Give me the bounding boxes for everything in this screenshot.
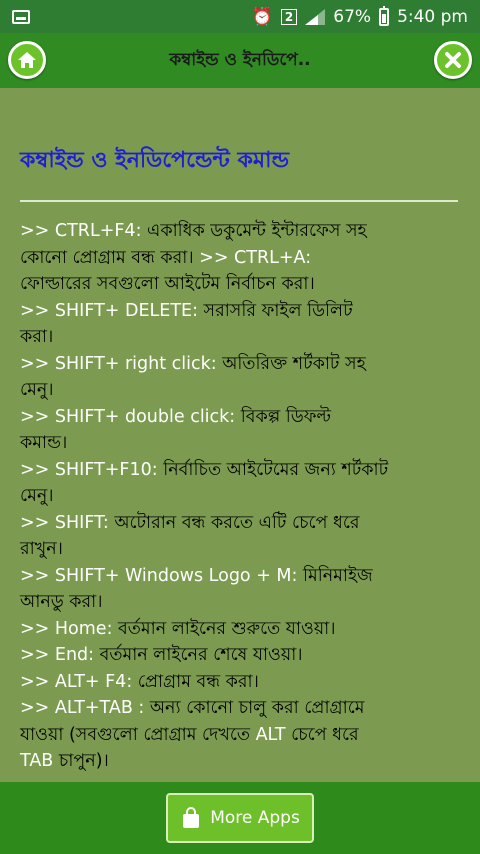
article-line: >> SHIFT+ DELETE: সরাসরি ফাইল ডিলিট <box>20 300 353 321</box>
clock-time: 5:40 pm <box>397 6 468 27</box>
article-heading: কম্বাইন্ড ও ইনডিপেন্ডেন্ট কমান্ড <box>20 148 290 173</box>
article-line: মেনু। <box>20 486 54 506</box>
article-line: কোনো প্রোগ্রাম বন্ধ করা। >> CTRL+A: <box>20 247 312 268</box>
article-line: মেনু। <box>20 380 54 400</box>
home-icon <box>18 52 36 68</box>
article-line: TAB চাপুন)। <box>20 751 109 771</box>
divider <box>20 200 458 202</box>
article-line: >> Home: বর্তমান লাইনের শুরুতে যাওয়া। <box>20 618 336 639</box>
signal-icon <box>305 8 326 25</box>
article-line: করা। <box>20 327 54 347</box>
more-apps-button[interactable]: More Apps <box>166 793 314 843</box>
content-area[interactable]: কম্বাইন্ড ও ইনডিপেন্ডেন্ট কমান্ড >> CTRL… <box>0 88 480 782</box>
bottom-bar: More Apps <box>0 782 480 854</box>
close-icon <box>445 52 461 68</box>
alarm-icon: ⏰ <box>251 6 273 27</box>
article-line: আনডু করা। <box>20 592 103 612</box>
article-line: >> SHIFT+F10: নির্বাচিত আইটেমের জন্য শর্… <box>20 459 389 480</box>
article-line: কমান্ড। <box>20 433 68 453</box>
article-line: >> End: বর্তমান লাইনের শেষে যাওয়া। <box>20 645 303 665</box>
more-apps-label: More Apps <box>210 808 300 828</box>
gallery-notification-icon <box>12 9 30 24</box>
article-line: >> SHIFT+ right click: অতিরিক্ত শর্টকাট … <box>20 353 366 374</box>
status-left <box>12 9 30 24</box>
article-line: >> SHIFT+ double click: বিকল্প ডিফল্ট <box>20 406 332 427</box>
home-button[interactable] <box>8 41 46 79</box>
article-line: রাখুন। <box>20 539 63 559</box>
article-line: >> CTRL+F4: একাধিক ডকুমেন্ট ইন্টারফেস সহ <box>20 221 367 241</box>
article-line: >> ALT+TAB : অন্য কোনো চালু করা প্রোগ্রা… <box>20 698 365 718</box>
page-title: কম্বাইন্ড ও ইনডিপে.. <box>169 49 311 70</box>
shopping-bag-icon <box>183 807 200 828</box>
battery-percent: 67% <box>333 6 372 27</box>
status-right: ⏰ 2 67% 5:40 pm <box>251 5 468 27</box>
title-bar: কম্বাইন্ড ও ইনডিপে.. <box>0 33 480 88</box>
article-line: ফোল্ডারের সবগুলো আইটেম নির্বাচন করা। <box>20 274 315 294</box>
article-line: >> ALT+ F4: প্রোগ্রাম বন্ধ করা। <box>20 671 259 692</box>
sim-badge: 2 <box>280 8 298 25</box>
article-line: >> SHIFT+ Windows Logo + M: মিনিমাইজ <box>20 565 373 586</box>
battery-icon <box>379 5 390 26</box>
close-button[interactable] <box>434 41 472 79</box>
status-bar: ⏰ 2 67% 5:40 pm <box>0 0 480 33</box>
article-body: >> CTRL+F4: একাধিক ডকুমেন্ট ইন্টারফেস সহ… <box>20 218 460 775</box>
article-line: যাওয়া (সবগুলো প্রোগ্রাম দেখতে ALT চেপে … <box>20 724 359 745</box>
article-line: >> SHIFT: অটোরান বন্ধ করতে এটি চেপে ধরে <box>20 512 360 533</box>
